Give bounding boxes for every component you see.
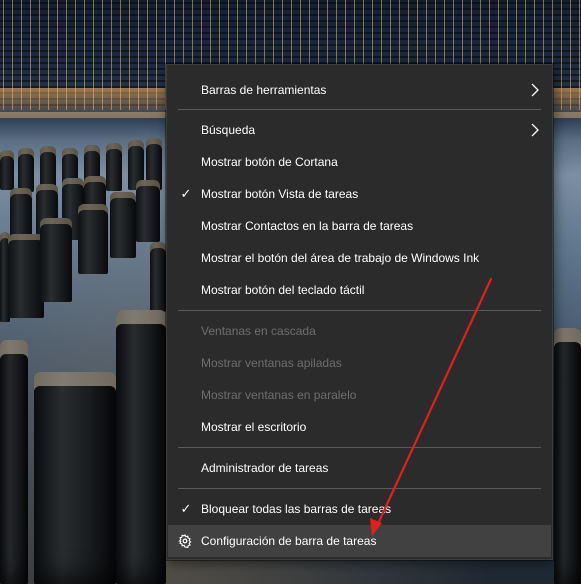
pier-piling (110, 192, 136, 258)
pier-piling (0, 150, 14, 190)
pier-piling (136, 180, 160, 242)
menu-item-configuracion-de-barra-de-tareas[interactable]: Configuración de barra de tareas (168, 525, 551, 557)
menu-item-label: Mostrar el escritorio (201, 420, 307, 434)
pier-piling (18, 148, 34, 192)
checkmark-icon: ✓ (180, 501, 192, 516)
gear-icon (178, 534, 192, 548)
menu-item-label: Bloquear todas las barras de tareas (201, 502, 392, 516)
chevron-right-icon (531, 123, 539, 137)
menu-item-mostrar-el-boton-del-area-de-trabajo-de-windows-ink[interactable]: Mostrar el botón del área de trabajo de … (168, 242, 551, 274)
menu-item-mostrar-ventanas-apiladas: Mostrar ventanas apiladas (168, 347, 551, 379)
menu-item-bloquear-todas-las-barras-de-tareas[interactable]: ✓ Bloquear todas las barras de tareas (168, 493, 551, 525)
menu-item-label: Mostrar ventanas apiladas (201, 356, 342, 370)
taskbar-context-menu: Barras de herramientas Búsqueda Mostrar bo… (166, 64, 553, 560)
menu-item-mostrar-boton-de-cortana[interactable]: Mostrar botón de Cortana (168, 146, 551, 178)
menu-item-label: Configuración de barra de tareas (201, 534, 377, 548)
pier-piling (0, 340, 28, 584)
pier-piling (8, 234, 44, 318)
menu-item-label: Mostrar botón del teclado táctil (201, 283, 365, 297)
menu-item-administrador-de-tareas[interactable]: Administrador de tareas (168, 452, 551, 484)
pier-piling (554, 328, 581, 584)
menu-item-label: Mostrar ventanas en paralelo (201, 388, 357, 402)
menu-separator (178, 447, 541, 448)
menu-separator (178, 310, 541, 311)
menu-separator (178, 488, 541, 489)
checkmark-icon: ✓ (180, 186, 192, 201)
menu-item-mostrar-ventanas-en-paralelo: Mostrar ventanas en paralelo (168, 379, 551, 411)
menu-item-mostrar-el-escritorio[interactable]: Mostrar el escritorio (168, 411, 551, 443)
pier-piling (150, 242, 166, 312)
menu-item-label: Mostrar botón Vista de tareas (201, 187, 359, 201)
menu-item-label: Búsqueda (201, 123, 256, 137)
menu-item-label: Mostrar Contactos en la barra de tareas (201, 219, 414, 233)
menu-item-ventanas-en-cascada: Ventanas en cascada (168, 315, 551, 347)
menu-item-mostrar-boton-del-teclado-tactil[interactable]: Mostrar botón del teclado táctil (168, 274, 551, 306)
pier-piling (106, 143, 122, 191)
menu-item-label: Mostrar el botón del área de trabajo de … (201, 251, 480, 265)
menu-separator (178, 109, 541, 110)
pier-piling (78, 204, 108, 274)
chevron-right-icon (531, 83, 539, 97)
menu-item-mostrar-boton-vista-de-tareas[interactable]: ✓ Mostrar botón Vista de tareas (168, 178, 551, 210)
menu-item-label: Administrador de tareas (201, 461, 329, 475)
menu-item-label: Barras de herramientas (201, 83, 327, 97)
pier-piling (34, 372, 116, 584)
menu-item-label: Mostrar botón de Cortana (201, 155, 338, 169)
menu-item-label: Ventanas en cascada (201, 324, 316, 338)
menu-item-busqueda[interactable]: Búsqueda (168, 114, 551, 146)
menu-item-mostrar-contactos-en-la-barra-de-tareas[interactable]: Mostrar Contactos en la barra de tareas (168, 210, 551, 242)
pier-piling (116, 310, 166, 584)
pier-piling (40, 218, 72, 302)
menu-item-barras-de-herramientas[interactable]: Barras de herramientas (168, 74, 551, 106)
